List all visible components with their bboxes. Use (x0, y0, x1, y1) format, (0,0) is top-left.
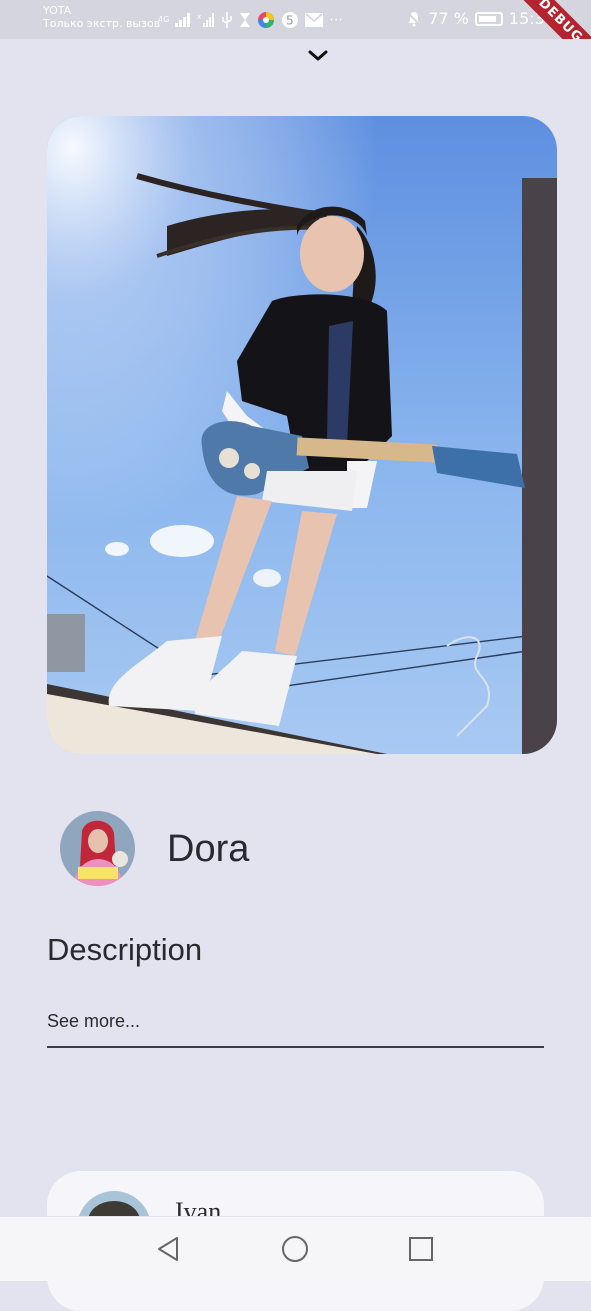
signal-icon (175, 13, 191, 27)
description-heading: Description (47, 932, 203, 967)
status-bar: YOTA Только экстр. вызов 4G x 5 ⋯ 77 % 1… (0, 0, 591, 39)
battery-icon (474, 11, 503, 26)
avatar[interactable] (60, 811, 135, 886)
signal-off-icon: x (197, 13, 215, 27)
status-right: 77 % 15:30 (406, 9, 555, 28)
status-icons: 4G x 5 ⋯ (158, 10, 343, 30)
carrier-name: YOTA (43, 4, 72, 17)
carrier-info: YOTA Только экстр. вызов (43, 4, 160, 30)
see-more-link[interactable]: See more... (47, 1008, 140, 1034)
profile-name: Dora (167, 828, 250, 870)
system-nav-bar (0, 1216, 591, 1281)
svg-text:5: 5 (286, 14, 294, 28)
color-wheel-icon (258, 12, 275, 28)
usb-icon (222, 12, 233, 28)
circle-home-icon[interactable] (281, 1235, 309, 1263)
five-badge-icon: 5 (282, 12, 299, 28)
square-recents-icon[interactable] (407, 1235, 435, 1263)
triangle-back-icon[interactable] (155, 1235, 183, 1263)
carrier-status: Только экстр. вызов (43, 17, 161, 30)
mail-icon (305, 13, 324, 27)
chevron-down-icon[interactable] (306, 44, 330, 68)
profile-photo[interactable] (47, 116, 557, 754)
svg-text:x: x (197, 13, 201, 21)
hourglass-icon (240, 13, 251, 27)
more-icon: ⋯ (329, 12, 344, 28)
bell-off-icon (406, 10, 422, 27)
battery-percent: 77 % (428, 9, 469, 28)
description-divider (47, 1046, 544, 1048)
network-type-label: 4G (158, 15, 170, 24)
